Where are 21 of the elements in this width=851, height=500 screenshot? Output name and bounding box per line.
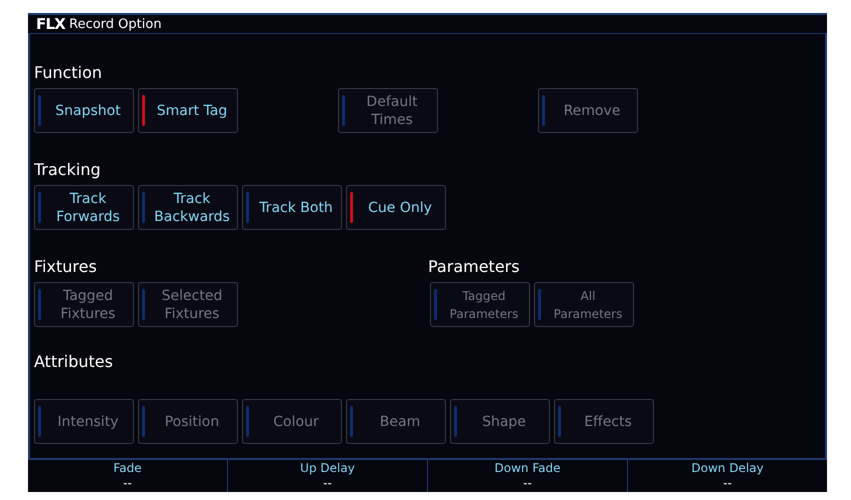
fader-label: Fade	[113, 461, 142, 476]
option-button[interactable]: Cue Only	[346, 185, 446, 230]
section-heading: Parameters	[428, 258, 521, 276]
option-button[interactable]: Snapshot	[34, 88, 134, 133]
window-title: Record Option	[69, 18, 162, 30]
section-heading: Attributes	[34, 353, 114, 371]
fader-label: Down Delay	[691, 461, 764, 476]
logo: FLX	[36, 16, 66, 32]
section-heading: Fixtures	[34, 258, 98, 276]
fader-value: --	[523, 476, 532, 491]
fader-value: --	[123, 476, 132, 491]
option-button[interactable]: Smart Tag	[138, 88, 238, 133]
section-heading: Function	[34, 64, 104, 82]
option-button[interactable]: Track Both	[242, 185, 342, 230]
section-heading: Tracking	[34, 161, 102, 179]
fader-value: --	[723, 476, 732, 491]
fader-label: Down Fade	[494, 461, 560, 476]
fader-label: Up Delay	[300, 461, 355, 476]
option-button[interactable]: Track Backwards	[138, 185, 238, 230]
fader-value: --	[323, 476, 332, 491]
option-button[interactable]: Track Forwards	[34, 185, 134, 230]
